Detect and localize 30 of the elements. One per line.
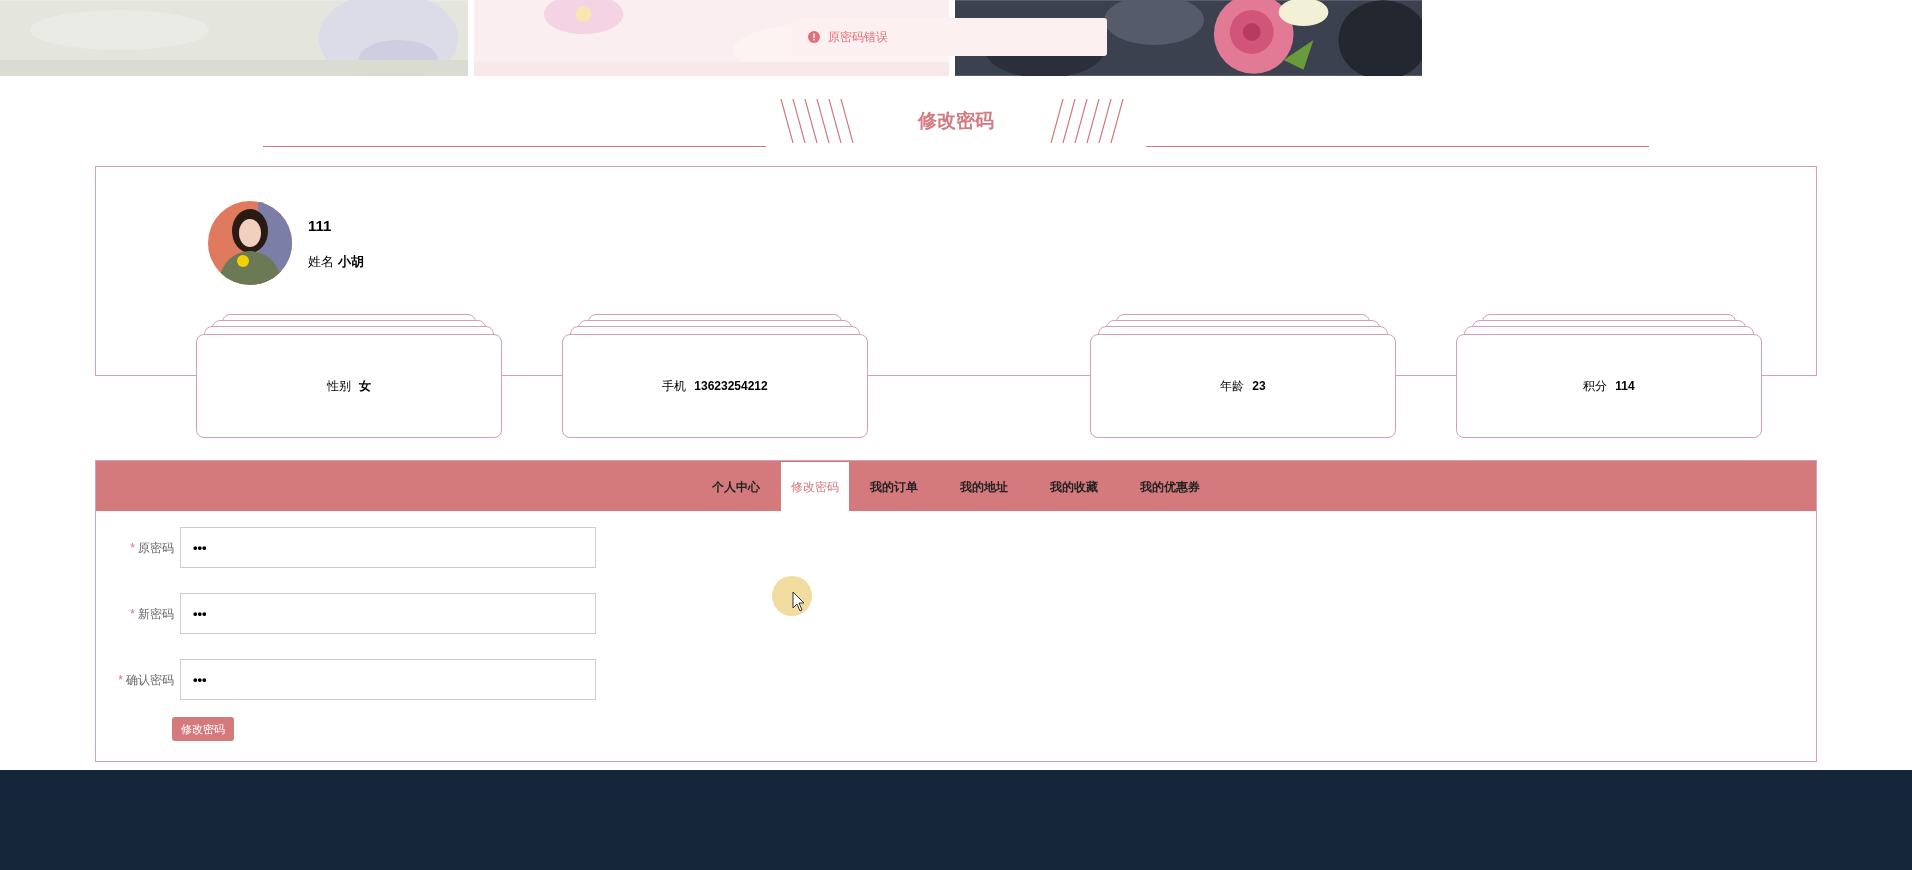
required-mark: * [130,539,135,557]
stat-value: 女 [359,378,371,395]
required-mark: * [130,605,135,623]
field-label: 确认密码 [126,671,174,689]
tab[interactable]: 我的优惠券 [1119,462,1221,511]
required-mark: * [118,671,123,689]
password-field[interactable]: ••• [180,659,596,700]
tab[interactable]: 修改密码 [781,462,849,511]
password-field[interactable]: ••• [180,593,596,634]
tab[interactable]: 我的订单 [849,462,939,511]
field-label: 原密码 [138,539,174,557]
stat-label: 手机 [662,378,687,395]
name-value: 小胡 [338,252,364,271]
tab[interactable]: 我的收藏 [1029,462,1119,511]
field-label: 新密码 [138,605,174,623]
tab[interactable]: 我的地址 [939,462,1029,511]
stat-label: 性别 [327,378,351,395]
stat-value: 114 [1615,378,1635,395]
stat-value: 13623254212 [694,378,768,395]
password-field[interactable]: ••• [180,527,596,568]
stat-label: 积分 [1583,378,1608,395]
stat-label: 年龄 [1220,378,1245,395]
section-title: 修改密码 [916,108,995,133]
username: 111 [308,216,333,236]
stat-value: 23 [1252,378,1266,395]
name-label: 姓名 [308,252,334,271]
toast-message: 原密码错误 [828,29,888,46]
tab[interactable]: 个人中心 [691,462,781,511]
submit-button[interactable]: 修改密码 [172,717,234,741]
error-icon [808,31,820,43]
